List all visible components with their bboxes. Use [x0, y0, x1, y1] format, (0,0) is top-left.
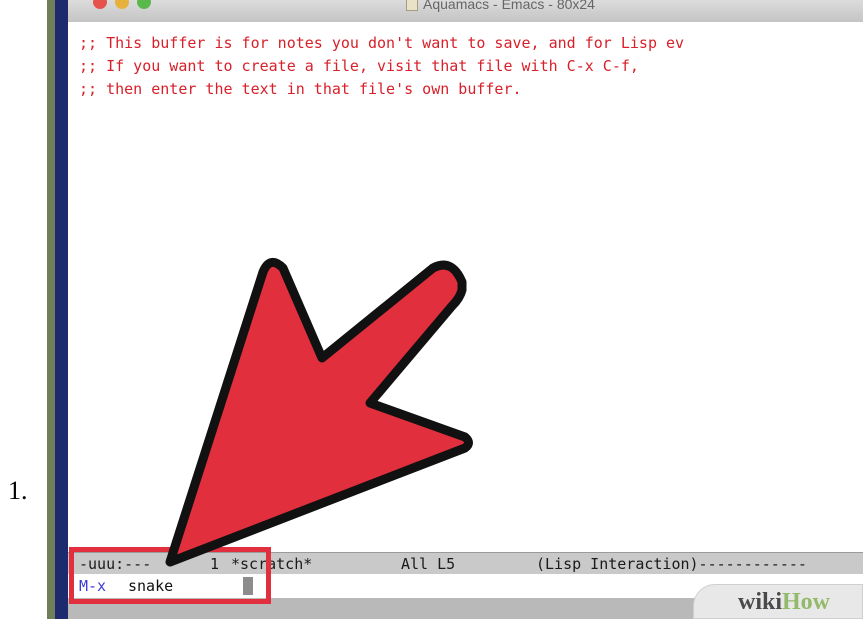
arrow-shape — [165, 257, 473, 567]
red-arrow-icon — [165, 257, 473, 567]
